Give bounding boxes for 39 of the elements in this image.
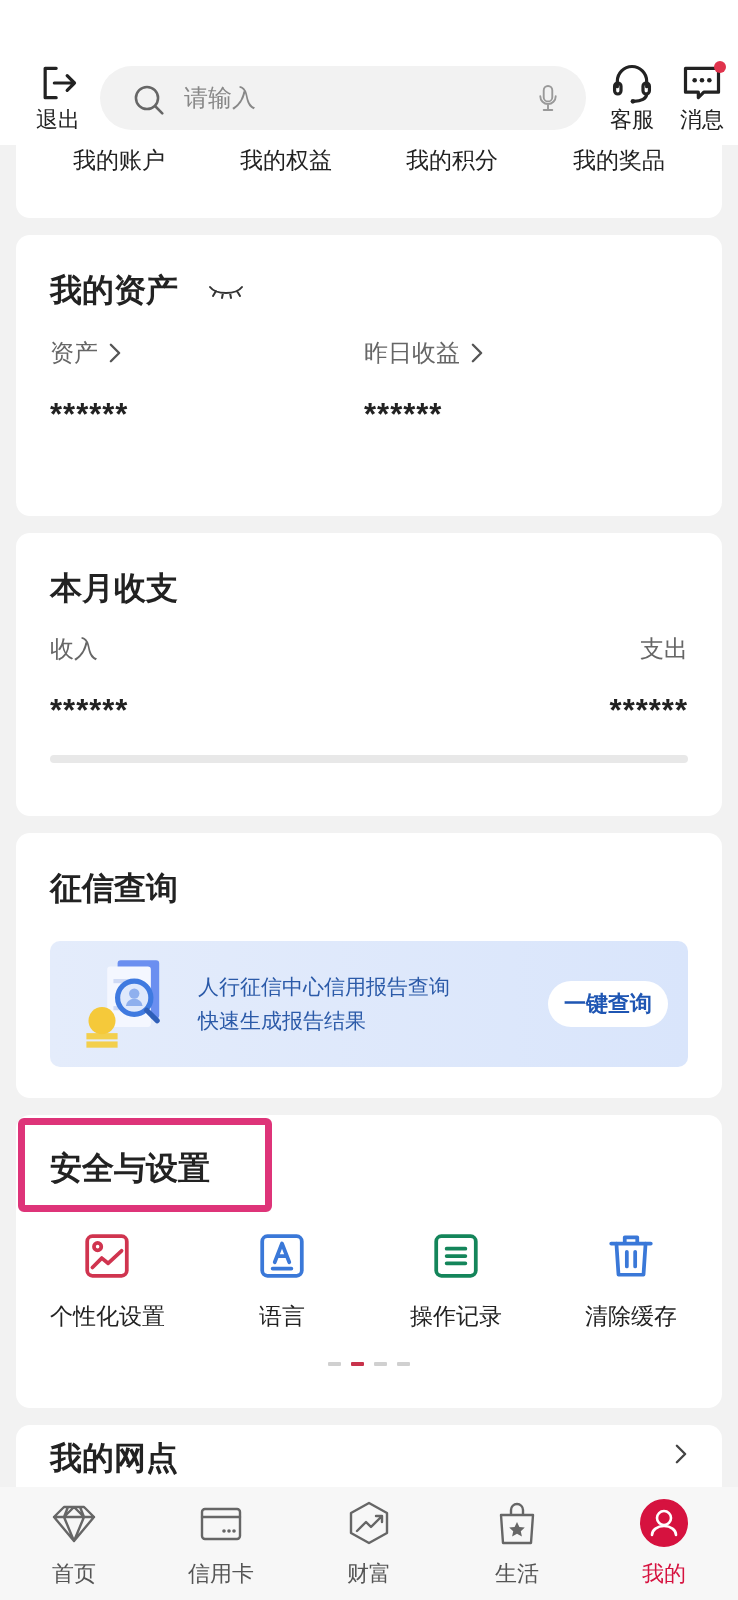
settings-item[interactable]: 清除缓存 xyxy=(543,1231,718,1332)
chevron-icon xyxy=(470,342,484,364)
nav-tab[interactable]: 生活 xyxy=(442,1487,591,1600)
chevron-icon xyxy=(674,1443,688,1465)
account-link[interactable]: 我的积分 xyxy=(406,145,499,176)
nav-tab[interactable]: 信用卡 xyxy=(147,1487,296,1600)
account-link[interactable]: 我的奖品 xyxy=(572,145,665,176)
masked-value: ****** xyxy=(50,693,129,729)
search-input[interactable]: 请输入 xyxy=(182,82,518,113)
settings-item[interactable]: 语言 xyxy=(194,1231,369,1332)
nav-tab[interactable]: 首页 xyxy=(0,1487,148,1600)
section-title: 我的资产 xyxy=(50,271,178,310)
section-title: 我的网点 xyxy=(50,1439,178,1478)
banner-text: 快速生成报告结果 xyxy=(198,1008,367,1034)
logout-button[interactable]: 退出 xyxy=(36,60,80,135)
chevron-icon xyxy=(108,342,122,364)
nav-tab[interactable]: 财富 xyxy=(295,1487,443,1600)
customer-service-button[interactable]: 客服 xyxy=(610,60,654,135)
query-button[interactable]: 一键查询 xyxy=(548,981,668,1027)
asset-link[interactable]: 昨日收益 xyxy=(364,337,678,369)
section-title: 本月收支 xyxy=(50,569,179,608)
amount-label: 支出 xyxy=(640,634,688,664)
search-field[interactable]: 请输入 xyxy=(100,65,586,130)
settings-item[interactable]: 操作记录 xyxy=(369,1231,544,1332)
section-title: 征信查询 xyxy=(50,869,179,908)
microphone-icon xyxy=(536,82,560,113)
section-title: 安全与设置 xyxy=(50,1149,211,1188)
amount-label: 收入 xyxy=(50,634,99,664)
settings-item[interactable]: 个性化设置 xyxy=(20,1231,195,1332)
asset-link[interactable]: 资产 xyxy=(50,337,364,369)
messages-button[interactable]: 消息 xyxy=(680,60,724,135)
nav-tab[interactable]: 我的 xyxy=(590,1487,738,1600)
account-link[interactable]: 我的权益 xyxy=(239,145,332,176)
profile-icon xyxy=(640,1499,689,1547)
masked-value: ****** xyxy=(364,397,444,433)
banner-text: 人行征信中心信用报告查询 xyxy=(198,974,451,1000)
account-link[interactable]: 我的账户 xyxy=(73,145,166,176)
masked-value: ****** xyxy=(609,693,688,729)
masked-value: ****** xyxy=(50,397,130,433)
